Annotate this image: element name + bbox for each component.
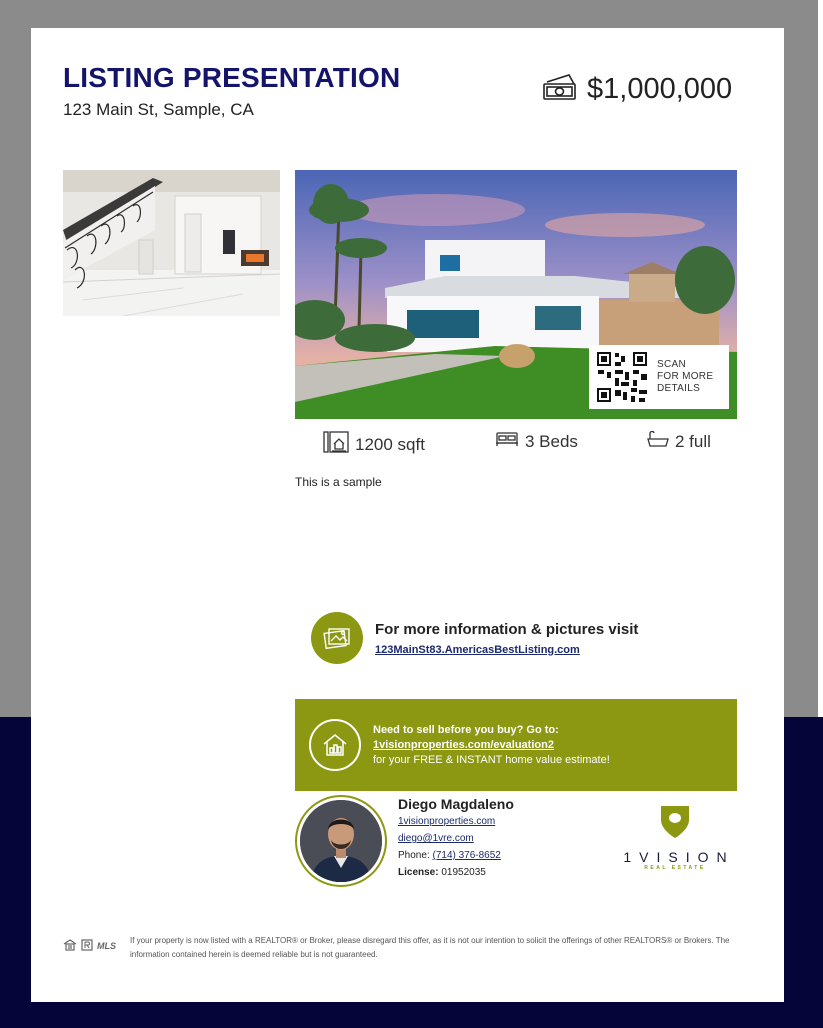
logo-wordmark: 1VISION [623,849,735,865]
agent-avatar-ring [295,795,387,887]
stat-baths: 2 full [647,430,711,453]
banner-text: Need to sell before you buy? Go to: 1vis… [373,723,610,768]
interior-photo [63,170,280,316]
agent-license: 01952035 [441,867,486,878]
page-title: LISTING PRESENTATION [63,62,401,93]
footer-icons: MLS [63,934,116,953]
qr-caption-line3: DETAILS [657,383,701,394]
qr-caption: SCAN FOR MORE DETAILS [657,359,713,395]
agent-details: Diego Magdaleno 1visionproperties.com di… [398,795,514,881]
agent-website-link[interactable]: 1visionproperties.com [398,816,495,827]
sqft-value: 1200 sqft [355,434,425,454]
stat-beds: 3 Beds [495,430,578,453]
more-info-block: For more information & pictures visit 12… [311,612,638,664]
qr-caption-line1: SCAN [657,359,686,370]
listing-description: This is a sample [295,475,382,489]
home-value-banner: Need to sell before you buy? Go to: 1vis… [295,699,737,791]
shield-logo-icon [661,806,689,838]
listing-website-link[interactable]: 123MainSt83.AmericasBestListing.com [375,644,638,656]
mls-logo: MLS [97,941,116,951]
avatar [300,800,382,882]
equal-housing-icon [63,939,77,953]
agent-email-link[interactable]: diego@1vre.com [398,833,474,844]
property-stats: 1200 sqft 3 Beds 2 full [295,430,737,460]
price-block: $1,000,000 [541,72,732,107]
money-icon [541,72,579,107]
listing-price: $1,000,000 [587,73,733,105]
bathtub-icon [647,430,669,453]
more-info-title: For more information & pictures visit [375,620,639,638]
property-address: 123 Main St, Sample, CA [63,100,254,119]
license-label: License: [398,867,439,878]
gallery-icon [311,612,363,664]
floorplan-icon [323,430,349,459]
evaluation-link[interactable]: 1visionproperties.com/evaluation2 [373,738,610,753]
qr-code-box[interactable]: SCAN FOR MORE DETAILS [589,345,729,409]
brokerage-logo: 1VISION REAL ESTATE [613,802,737,871]
banner-heading: Need to sell before you buy? Go to: [373,723,559,736]
agent-card: Diego Magdaleno 1visionproperties.com di… [295,795,737,895]
background-right-strip [818,0,823,717]
banner-subtext: for your FREE & INSTANT home value estim… [373,753,610,766]
agent-name: Diego Magdaleno [398,796,514,812]
baths-value: 2 full [675,431,711,451]
phone-label: Phone: [398,850,430,861]
qr-code [595,350,649,404]
home-value-icon [309,719,361,771]
footer: MLS If your property is now listed with … [63,934,753,962]
agent-phone-link[interactable]: (714) 376-8652 [432,850,500,861]
house-photo: SCAN FOR MORE DETAILS [295,170,737,419]
qr-caption-line2: FOR MORE [657,371,714,382]
disclaimer-text: If your property is now listed with a RE… [130,936,730,959]
beds-value: 3 Beds [525,431,578,451]
realtor-icon [81,939,93,953]
flyer-page: LISTING PRESENTATION 123 Main St, Sample… [31,28,784,1002]
bed-icon [495,430,519,453]
stat-sqft: 1200 sqft [323,430,425,459]
logo-subtitle: REAL ESTATE [644,865,706,871]
